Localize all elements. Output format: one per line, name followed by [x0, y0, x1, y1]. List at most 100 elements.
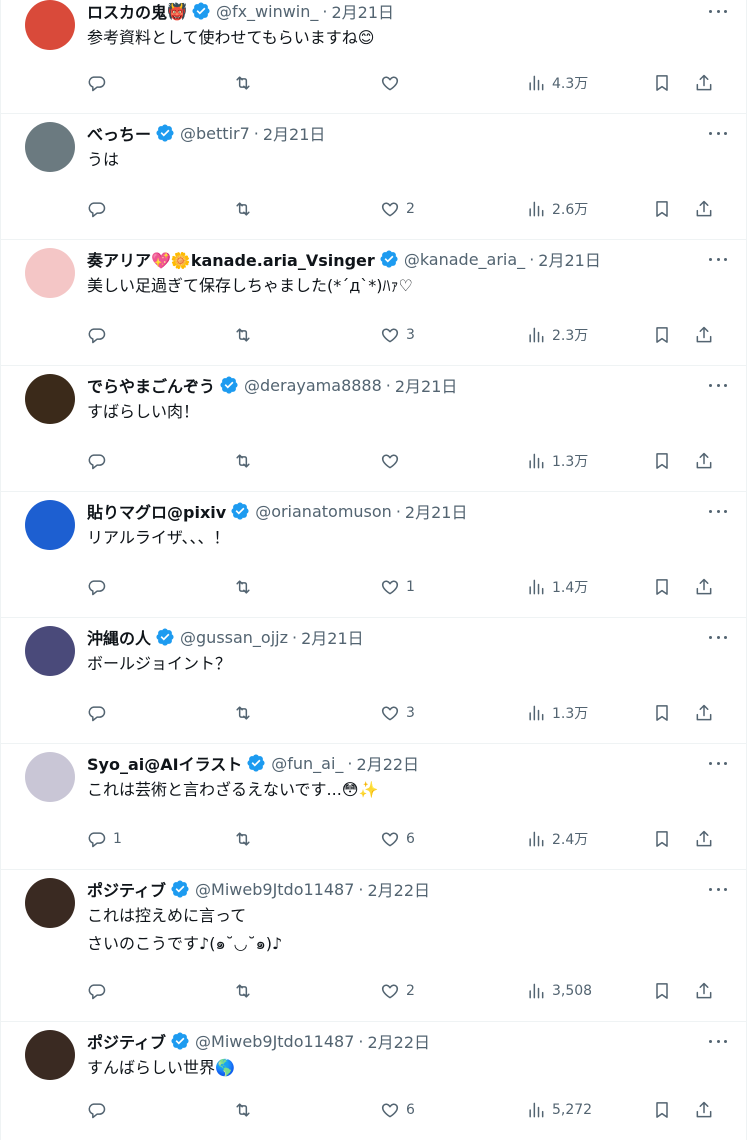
like-button[interactable]: 2: [380, 979, 415, 1003]
user-handle[interactable]: @Miweb9Jtdo11487: [195, 1032, 354, 1051]
tweet-date[interactable]: 2月21日: [395, 373, 458, 397]
more-options-icon[interactable]: [706, 252, 730, 266]
reply-button[interactable]: 1: [87, 827, 122, 851]
user-handle[interactable]: @kanade_aria_: [404, 250, 525, 269]
share-button[interactable]: [694, 323, 714, 347]
reply-button[interactable]: [87, 575, 113, 599]
verified-badge-icon[interactable]: [219, 375, 239, 395]
reply-button[interactable]: [87, 323, 113, 347]
bookmark-button[interactable]: [652, 449, 672, 473]
retweet-button[interactable]: [233, 701, 259, 725]
tweet-date[interactable]: 2月22日: [368, 877, 431, 901]
like-button[interactable]: 3: [380, 701, 415, 725]
user-handle[interactable]: @bettir7: [180, 124, 250, 143]
like-button[interactable]: 1: [380, 575, 415, 599]
more-options-icon[interactable]: [706, 504, 730, 518]
anime-girl-avatar[interactable]: [25, 248, 75, 298]
bookmark-button[interactable]: [652, 827, 672, 851]
share-button[interactable]: [694, 1098, 714, 1122]
views-button[interactable]: 1.3万: [526, 701, 588, 725]
bookmark-button[interactable]: [652, 323, 672, 347]
anime-character-avatar[interactable]: [25, 626, 75, 676]
tweet[interactable]: 奏アリア💖🌼kanade.aria_Vsinger @kanade_aria_ …: [1, 240, 746, 366]
tuna-avatar[interactable]: [25, 500, 75, 550]
more-options-icon[interactable]: [706, 756, 730, 770]
share-button[interactable]: [694, 979, 714, 1003]
retweet-button[interactable]: [233, 979, 259, 1003]
retweet-button[interactable]: [233, 827, 259, 851]
reply-button[interactable]: [87, 71, 113, 95]
retweet-button[interactable]: [233, 449, 259, 473]
user-handle[interactable]: @fun_ai_: [271, 754, 343, 773]
tweet[interactable]: でらやまごんぞう @derayama8888 · 2月21日 すばらしい肉！ 1…: [1, 366, 746, 492]
tweet-date[interactable]: 2月21日: [538, 247, 601, 271]
text-image-avatar[interactable]: [25, 878, 75, 928]
views-button[interactable]: 1.4万: [526, 575, 588, 599]
like-button[interactable]: [380, 71, 406, 95]
silver-hair-girl-avatar[interactable]: [25, 752, 75, 802]
reply-button[interactable]: [87, 701, 113, 725]
display-name[interactable]: ロスカの鬼: [87, 0, 167, 23]
user-handle[interactable]: @fx_winwin_: [216, 2, 318, 21]
user-handle[interactable]: @Miweb9Jtdo11487: [195, 880, 354, 899]
retweet-button[interactable]: [233, 575, 259, 599]
share-button[interactable]: [694, 71, 714, 95]
like-button[interactable]: 3: [380, 323, 415, 347]
display-name[interactable]: 沖縄の人: [87, 625, 151, 649]
tweet-date[interactable]: 2月21日: [263, 121, 326, 145]
like-button[interactable]: 6: [380, 827, 415, 851]
more-options-icon[interactable]: [706, 630, 730, 644]
like-button[interactable]: 2: [380, 197, 415, 221]
more-options-icon[interactable]: [706, 126, 730, 140]
tweet-date[interactable]: 2月22日: [357, 751, 420, 775]
views-button[interactable]: 4.3万: [526, 71, 588, 95]
display-name[interactable]: 貼りマグロ@pixiv: [87, 499, 226, 523]
views-button[interactable]: 3,508: [526, 979, 592, 1003]
tweet[interactable]: ポジティブ @Miweb9Jtdo11487 · 2月22日 これは控えめに言っ…: [1, 870, 746, 1022]
tweet[interactable]: べっちー @bettir7 · 2月21日 うは 2 2.6万: [1, 114, 746, 240]
verified-badge-icon[interactable]: [170, 879, 190, 899]
verified-badge-icon[interactable]: [191, 1, 211, 21]
share-button[interactable]: [694, 575, 714, 599]
verified-badge-icon[interactable]: [170, 1031, 190, 1051]
display-name[interactable]: Syo_ai@AIイラスト: [87, 751, 242, 775]
verified-badge-icon[interactable]: [155, 123, 175, 143]
more-options-icon[interactable]: [706, 882, 730, 896]
tweet[interactable]: Syo_ai@AIイラスト @fun_ai_ · 2月22日 これは芸術と言わざ…: [1, 744, 746, 870]
tweet[interactable]: ロスカの鬼 👹 @fx_winwin_ · 2月21日 参考資料として使わせてもら…: [1, 0, 746, 114]
tweet-date[interactable]: 2月21日: [331, 0, 394, 23]
display-name[interactable]: べっちー: [87, 121, 151, 145]
display-name[interactable]: ポジティブ: [87, 877, 166, 901]
text-image-avatar[interactable]: [25, 1030, 75, 1080]
bookmark-button[interactable]: [652, 575, 672, 599]
retweet-button[interactable]: [233, 71, 259, 95]
more-options-icon[interactable]: [706, 4, 730, 18]
user-handle[interactable]: @derayama8888: [244, 376, 382, 395]
afro-man-avatar[interactable]: [25, 374, 75, 424]
tweet[interactable]: 貼りマグロ@pixiv @orianatomuson · 2月21日 リアルライ…: [1, 492, 746, 618]
views-button[interactable]: 5,272: [526, 1098, 592, 1122]
share-button[interactable]: [694, 197, 714, 221]
tweet-date[interactable]: 2月22日: [368, 1029, 431, 1053]
tweet[interactable]: ポジティブ @Miweb9Jtdo11487 · 2月22日 すんばらしい世界🌎: [1, 1022, 746, 1140]
share-button[interactable]: [694, 827, 714, 851]
share-button[interactable]: [694, 701, 714, 725]
bookmark-button[interactable]: [652, 197, 672, 221]
share-button[interactable]: [694, 449, 714, 473]
bookmark-button[interactable]: [652, 1098, 672, 1122]
verified-badge-icon[interactable]: [379, 249, 399, 269]
bookmark-button[interactable]: [652, 71, 672, 95]
bookmark-button[interactable]: [652, 979, 672, 1003]
reply-button[interactable]: [87, 197, 113, 221]
more-options-icon[interactable]: [706, 378, 730, 392]
like-button[interactable]: 6: [380, 1098, 415, 1122]
retweet-button[interactable]: [233, 1098, 259, 1122]
reply-button[interactable]: [87, 1098, 113, 1122]
user-handle[interactable]: @gussan_ojjz: [180, 628, 288, 647]
views-button[interactable]: 1.3万: [526, 449, 588, 473]
views-button[interactable]: 2.6万: [526, 197, 588, 221]
car-avatar[interactable]: [25, 122, 75, 172]
retweet-button[interactable]: [233, 197, 259, 221]
verified-badge-icon[interactable]: [155, 627, 175, 647]
more-options-icon[interactable]: [706, 1034, 730, 1048]
